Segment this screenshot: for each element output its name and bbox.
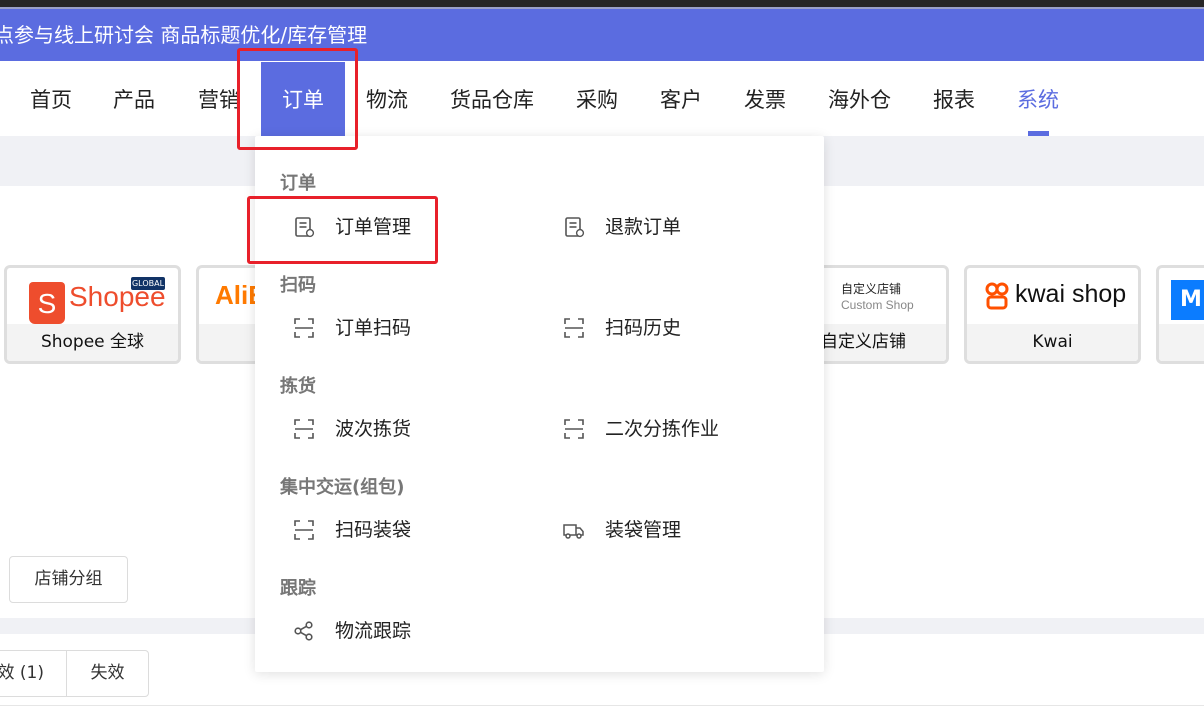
menu-item-scan-history[interactable]: 扫码历史 <box>562 313 742 343</box>
truck-icon <box>563 524 584 539</box>
scan-icon <box>294 318 314 338</box>
nav-warehouse[interactable]: 货品仓库 <box>450 61 534 136</box>
announcement-banner[interactable]: 点参与线上研讨会 商品标题优化/库存管理 <box>0 9 1204 61</box>
menu-item-label: 扫码历史 <box>605 317 682 339</box>
store-card-shopee[interactable]: S Shopee GLOBAL Shopee 全球 <box>4 265 181 364</box>
nav-customers[interactable]: 客户 <box>660 61 702 136</box>
menu-item-logistics-tracking[interactable]: 物流跟踪 <box>292 616 472 646</box>
menu-item-label: 波次拣货 <box>335 418 412 440</box>
scan-icon <box>564 419 584 439</box>
store-card-label: Kwai <box>967 324 1138 361</box>
store-card-partial[interactable]: M <box>1156 265 1204 364</box>
highlight-box-order-management <box>247 196 438 264</box>
store-card-kwai[interactable]: kwai shop Kwai <box>964 265 1141 364</box>
menu-item-label: 二次分拣作业 <box>605 418 720 440</box>
nav-purchase[interactable]: 采购 <box>576 61 618 136</box>
menu-item-secondary-sorting[interactable]: 二次分拣作业 <box>562 414 762 444</box>
section-title-picking: 拣货 <box>280 376 316 397</box>
scan-icon <box>294 419 314 439</box>
menu-item-bag-management[interactable]: 装袋管理 <box>562 515 742 545</box>
nav-logistics[interactable]: 物流 <box>366 61 408 136</box>
kwai-logo-text: kwai shop <box>1015 280 1127 308</box>
menu-item-wave-picking[interactable]: 波次拣货 <box>292 414 472 444</box>
scan-icon <box>564 318 584 338</box>
store-card-label: Shopee 全球 <box>7 324 178 361</box>
nav-system[interactable]: 系统 <box>1017 61 1059 136</box>
store-group-button[interactable]: 店铺分组 <box>9 556 128 603</box>
menu-item-label: 订单扫码 <box>335 317 412 339</box>
store-card-label: 自定义店铺 <box>809 324 946 361</box>
store-card-label <box>1159 324 1204 361</box>
section-title-scan: 扫码 <box>280 275 316 296</box>
global-badge: GLOBAL <box>131 277 165 290</box>
section-title-tracking: 跟踪 <box>280 578 316 599</box>
menu-item-scan-bagging[interactable]: 扫码装袋 <box>292 515 472 545</box>
section-title-orders: 订单 <box>280 173 316 194</box>
menu-item-label: 装袋管理 <box>605 519 682 541</box>
shopee-bag-icon: S <box>29 282 65 324</box>
browser-top-strip <box>0 0 1204 9</box>
section-title-consolidation: 集中交运(组包) <box>280 477 405 498</box>
main-navbar: 首页 产品 营销 订单 物流 货品仓库 采购 客户 发票 海外仓 报表 系统 <box>0 61 1204 136</box>
table-header-line <box>0 705 1204 706</box>
menu-item-label: 退款订单 <box>605 216 682 238</box>
store-card-custom[interactable]: 自定义店铺 Custom Shop 自定义店铺 <box>806 265 949 364</box>
menu-item-label: 物流跟踪 <box>335 620 412 642</box>
menu-item-order-scan[interactable]: 订单扫码 <box>292 313 472 343</box>
nav-marketing[interactable]: 营销 <box>198 61 240 136</box>
tab-invalid[interactable]: 失效 <box>66 650 149 697</box>
custom-shop-logo-cn: 自定义店铺 <box>841 282 902 296</box>
nav-overseas-warehouse[interactable]: 海外仓 <box>828 61 891 136</box>
order-doc-icon <box>565 217 585 238</box>
nav-products[interactable]: 产品 <box>113 61 155 136</box>
nav-home[interactable]: 首页 <box>30 61 72 136</box>
scan-icon <box>294 520 314 540</box>
nav-reports[interactable]: 报表 <box>933 61 975 136</box>
menu-item-label: 扫码装袋 <box>335 519 412 541</box>
shopee-logo: S Shopee GLOBAL <box>29 277 166 325</box>
share-icon <box>294 621 313 641</box>
custom-shop-logo-en: Custom Shop <box>841 298 914 312</box>
nav-invoices[interactable]: 发票 <box>744 61 786 136</box>
menu-item-refund-orders[interactable]: 退款订单 <box>562 212 742 242</box>
kwai-logo-icon <box>985 282 1009 310</box>
highlight-box-nav-orders <box>237 48 358 150</box>
blue-logo: M <box>1171 280 1204 320</box>
tab-valid[interactable]: 效 (1) <box>0 650 67 697</box>
